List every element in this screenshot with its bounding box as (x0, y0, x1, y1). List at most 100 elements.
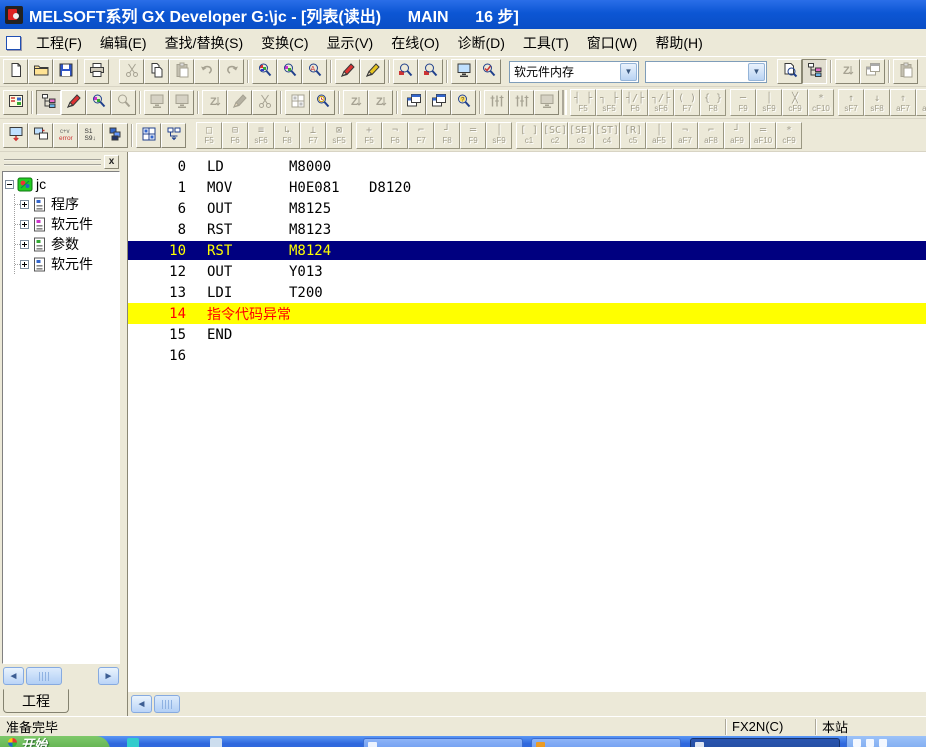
app-icon[interactable] (5, 6, 23, 24)
horizontal-line-button[interactable]: ─F9 (730, 89, 756, 116)
redo-button[interactable] (219, 59, 244, 84)
menu-显示V[interactable]: 显示(V) (318, 29, 383, 57)
find-device-2-button[interactable] (86, 90, 111, 115)
sfc-step-button[interactable]: □F5 (196, 122, 222, 149)
list-row-step-6[interactable]: 6OUTM8125 (128, 198, 926, 219)
menu-工具T[interactable]: 工具(T) (514, 29, 578, 57)
tree-item-0[interactable]: 程序 (15, 194, 119, 214)
sfc-comment-button[interactable]: [ ]c1 (516, 122, 542, 149)
pulse-falling-button[interactable]: ↓sF8 (864, 89, 890, 116)
menu-窗口W[interactable]: 窗口(W) (578, 29, 647, 57)
sfc-st-button[interactable]: [ST]c4 (594, 122, 620, 149)
program-block-button[interactable] (103, 123, 128, 148)
start-button[interactable]: 开始 (0, 736, 110, 747)
sfc-line-a9-button[interactable]: ┘aF9 (724, 122, 750, 149)
sfc-branch-left-button[interactable]: ⌐F7 (408, 122, 434, 149)
sfc-selection-button[interactable]: ⊠sF5 (326, 122, 352, 149)
scroll-right-icon[interactable]: ► (98, 667, 119, 685)
project-tree-toggle-button[interactable] (36, 90, 61, 115)
menu-在线O[interactable]: 在线(O) (382, 29, 448, 57)
pulse-falling-branch-button[interactable]: ⇓aF8 (916, 89, 926, 116)
marker-red-button[interactable] (335, 59, 360, 84)
device-batch-button[interactable] (285, 90, 310, 115)
scroll-thumb[interactable] (26, 667, 62, 685)
insert-block-button[interactable]: Z (202, 90, 227, 115)
scroll-left-icon[interactable]: ◄ (131, 695, 152, 713)
sfc-converge-right-button[interactable]: ┘F8 (434, 122, 460, 149)
taskbar-button[interactable] (363, 738, 523, 747)
quick-launch-icon[interactable] (127, 738, 139, 747)
close-icon[interactable]: x (104, 155, 119, 169)
sfc-delete-line-button[interactable]: *cF9 (776, 122, 802, 149)
paste-button[interactable] (169, 59, 194, 84)
vertical-line-button[interactable]: │sF9 (756, 89, 782, 116)
find-button[interactable] (252, 59, 277, 84)
taskbar-button[interactable] (531, 738, 681, 747)
sort-descending-button[interactable]: Z (368, 90, 393, 115)
device-memory-combo[interactable]: 软元件内存▼ (509, 61, 639, 83)
pulse-rising-branch-button[interactable]: ⇑aF7 (890, 89, 916, 116)
undo-button[interactable] (194, 59, 219, 84)
mdi-child-icon[interactable] (6, 36, 21, 50)
menu-编辑E[interactable]: 编辑(E) (91, 29, 156, 57)
delete-block-button[interactable] (252, 90, 277, 115)
sampling-trace-button[interactable] (509, 90, 534, 115)
list-row-step-8[interactable]: 8RSTM8123 (128, 219, 926, 240)
cut-button[interactable] (119, 59, 144, 84)
tab-project[interactable]: 工程 (3, 689, 69, 713)
sfc-vertical-line-button[interactable]: │sF9 (486, 122, 512, 149)
delete-vertical-line-button[interactable]: *cF10 (808, 89, 834, 116)
open-branch-button[interactable]: ┐ ├sF5 (596, 89, 622, 116)
open-contact-button[interactable]: ┤ ├F5 (570, 89, 596, 116)
ladder-logic-test-button[interactable]: Z (835, 59, 860, 84)
tree-root-jc[interactable]: jc (5, 174, 119, 194)
menu-查找/替换S[interactable]: 查找/替换(S) (156, 29, 253, 57)
dock-gripper[interactable] (4, 159, 101, 166)
sfc-jump-button[interactable]: ↳F8 (274, 122, 300, 149)
chevron-down-icon[interactable]: ▼ (620, 63, 637, 81)
edit-block-button[interactable] (227, 90, 252, 115)
find-device-button[interactable] (277, 59, 302, 84)
expand-box[interactable] (20, 200, 29, 209)
plc-verify-button[interactable] (28, 123, 53, 148)
new-file-button[interactable] (3, 59, 28, 84)
expand-box[interactable] (20, 220, 29, 229)
device-test-button[interactable] (484, 90, 509, 115)
step-number-button[interactable]: S1S9↓ (78, 123, 103, 148)
application-instruction-button[interactable]: { }F8 (700, 89, 726, 116)
memory-grid-button[interactable] (136, 123, 161, 148)
plc-write-button[interactable] (3, 123, 28, 148)
sfc-line-a7-button[interactable]: ¬aF7 (672, 122, 698, 149)
find-coil-button[interactable] (111, 90, 136, 115)
expand-box[interactable] (5, 180, 14, 189)
remote-run-button[interactable] (144, 90, 169, 115)
scroll-thumb[interactable] (154, 695, 180, 713)
list-row-step-13[interactable]: 13LDIT200 (128, 282, 926, 303)
open-project-button[interactable] (28, 59, 53, 84)
ladder-symbol-mode-button[interactable] (3, 90, 28, 115)
close-branch-button[interactable]: ┐/├sF6 (648, 89, 674, 116)
comment-edit-button[interactable] (61, 90, 86, 115)
coil-button[interactable]: ( )F7 (674, 89, 700, 116)
blank-combo[interactable]: ▼ (645, 61, 767, 83)
register-monitor-button[interactable] (860, 59, 885, 84)
marker-yellow-button[interactable] (360, 59, 385, 84)
remote-stop-button[interactable] (169, 90, 194, 115)
scroll-left-icon[interactable]: ◄ (3, 667, 24, 685)
tree-item-1[interactable]: 软元件 (15, 214, 119, 234)
sfc-converge-line-button[interactable]: ═F9 (460, 122, 486, 149)
tree-item-3[interactable]: 软元件 (15, 254, 119, 274)
sfc-dummy-step-button[interactable]: ⊟F6 (222, 122, 248, 149)
screen-transfer-button[interactable] (451, 59, 476, 84)
save-project-button[interactable] (53, 59, 78, 84)
sfc-end-step-button[interactable]: ⊥F7 (300, 122, 326, 149)
error-list-button[interactable]: c+verror (53, 123, 78, 148)
menu-变换C[interactable]: 变换(C) (252, 29, 317, 57)
find-replace-button[interactable]: A (302, 59, 327, 84)
project-data-list-button[interactable] (802, 59, 827, 84)
menu-工程F[interactable]: 工程(F) (27, 29, 91, 57)
menu-帮助H[interactable]: 帮助(H) (646, 29, 711, 57)
expand-box[interactable] (20, 260, 29, 269)
taskbar-button-active[interactable] (690, 738, 840, 747)
chevron-down-icon[interactable]: ▼ (748, 63, 765, 81)
